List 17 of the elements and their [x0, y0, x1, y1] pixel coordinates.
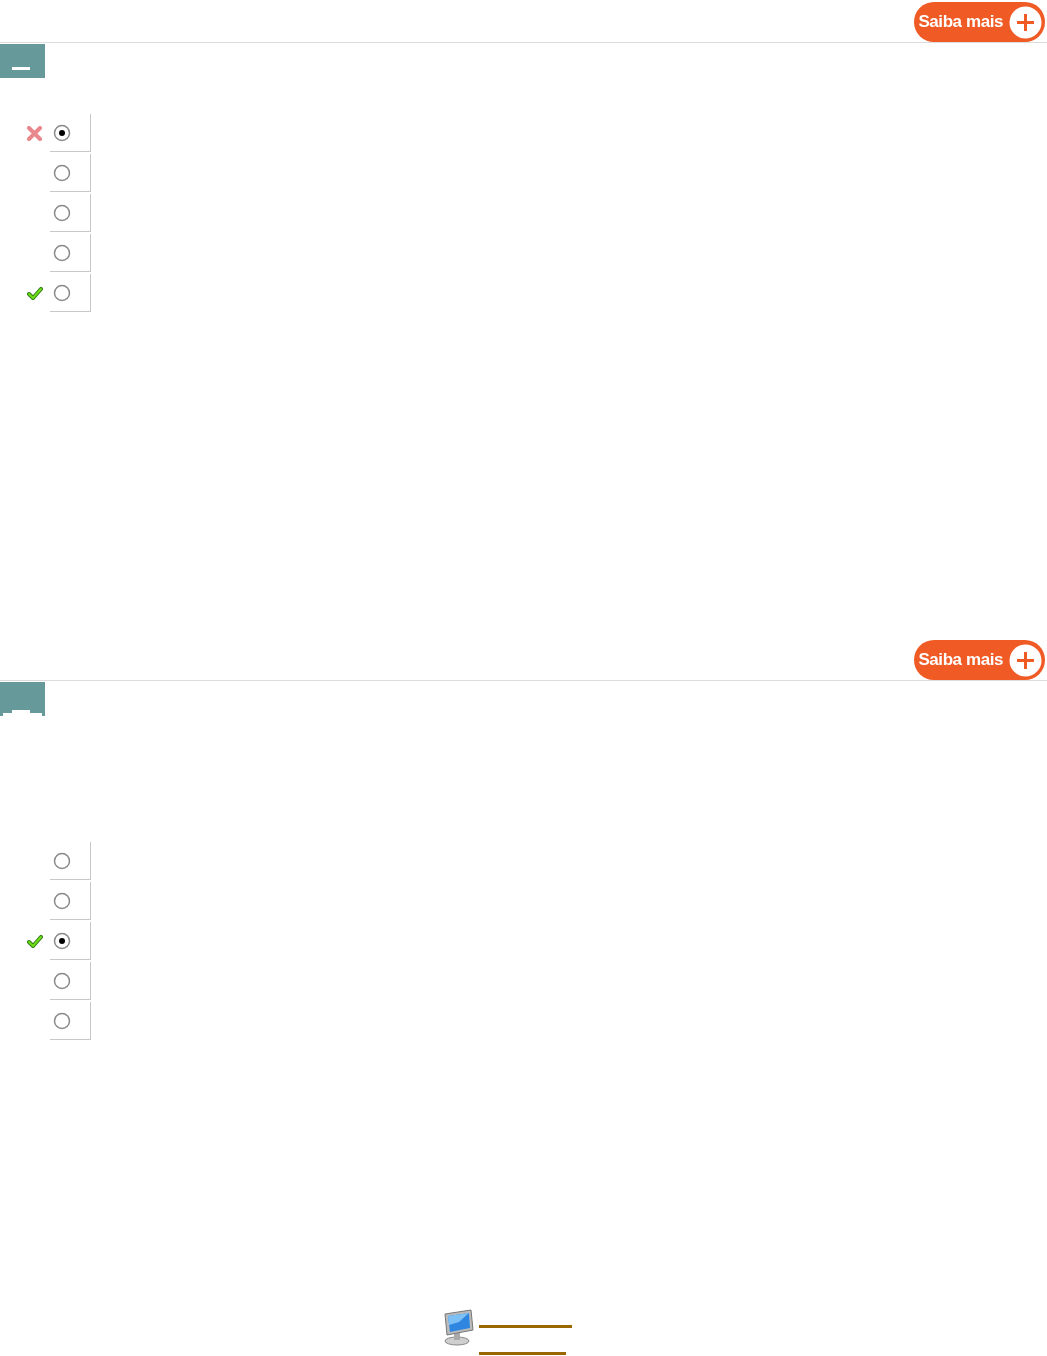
- radio-button[interactable]: [53, 243, 71, 262]
- radio-button[interactable]: [53, 203, 71, 222]
- more-button[interactable]: Saiba mais: [914, 640, 1045, 680]
- radio-button[interactable]: [53, 931, 71, 950]
- monitor-icon: [443, 1308, 475, 1346]
- radio-button[interactable]: [53, 891, 71, 910]
- plus-icon: [1009, 643, 1042, 677]
- radio-button[interactable]: [53, 283, 71, 302]
- question-badge-icon: [0, 682, 45, 716]
- radio-button[interactable]: [53, 163, 71, 182]
- radio-button[interactable]: [53, 1011, 71, 1030]
- radio-button[interactable]: [53, 123, 71, 142]
- question-badge-icon: [0, 44, 45, 78]
- plus-icon: [1009, 5, 1042, 39]
- radio-button[interactable]: [53, 971, 71, 990]
- radio-button[interactable]: [53, 851, 71, 870]
- more-button[interactable]: Saiba mais: [914, 2, 1045, 42]
